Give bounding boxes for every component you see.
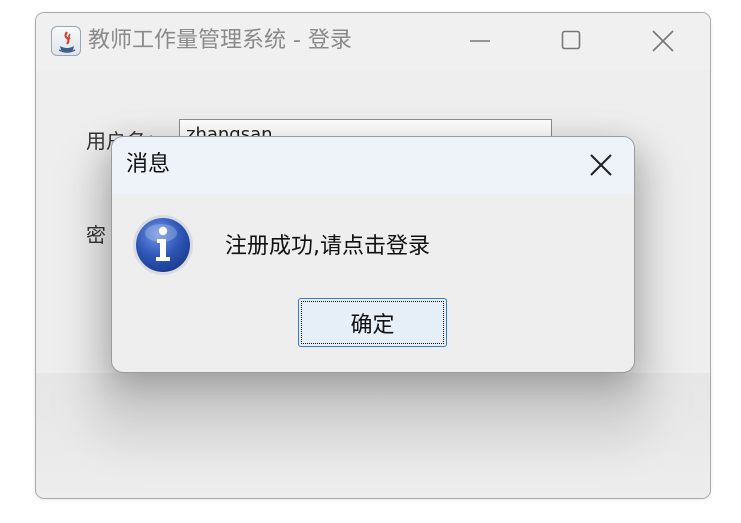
close-icon (590, 154, 612, 176)
dialog-message: 注册成功,请点击登录 (225, 234, 430, 259)
minimize-button[interactable] (460, 25, 500, 57)
info-icon (131, 213, 195, 277)
maximize-button[interactable] (551, 25, 591, 57)
message-dialog: 消息 注册成功,请点击登录 确定 (111, 136, 635, 373)
minimize-icon (470, 40, 490, 42)
maximize-icon (561, 30, 581, 50)
main-titlebar: 教师工作量管理系统 - 登录 (36, 13, 710, 70)
close-button[interactable] (643, 25, 683, 57)
close-icon (652, 30, 674, 52)
dialog-title: 消息 (126, 152, 171, 177)
dialog-close-button[interactable] (582, 149, 620, 181)
ok-button[interactable]: 确定 (298, 298, 447, 347)
java-app-icon (51, 26, 81, 56)
window-title: 教师工作量管理系统 - 登录 (88, 28, 352, 53)
dialog-titlebar: 消息 (112, 137, 634, 194)
ok-button-label: 确定 (301, 301, 444, 344)
